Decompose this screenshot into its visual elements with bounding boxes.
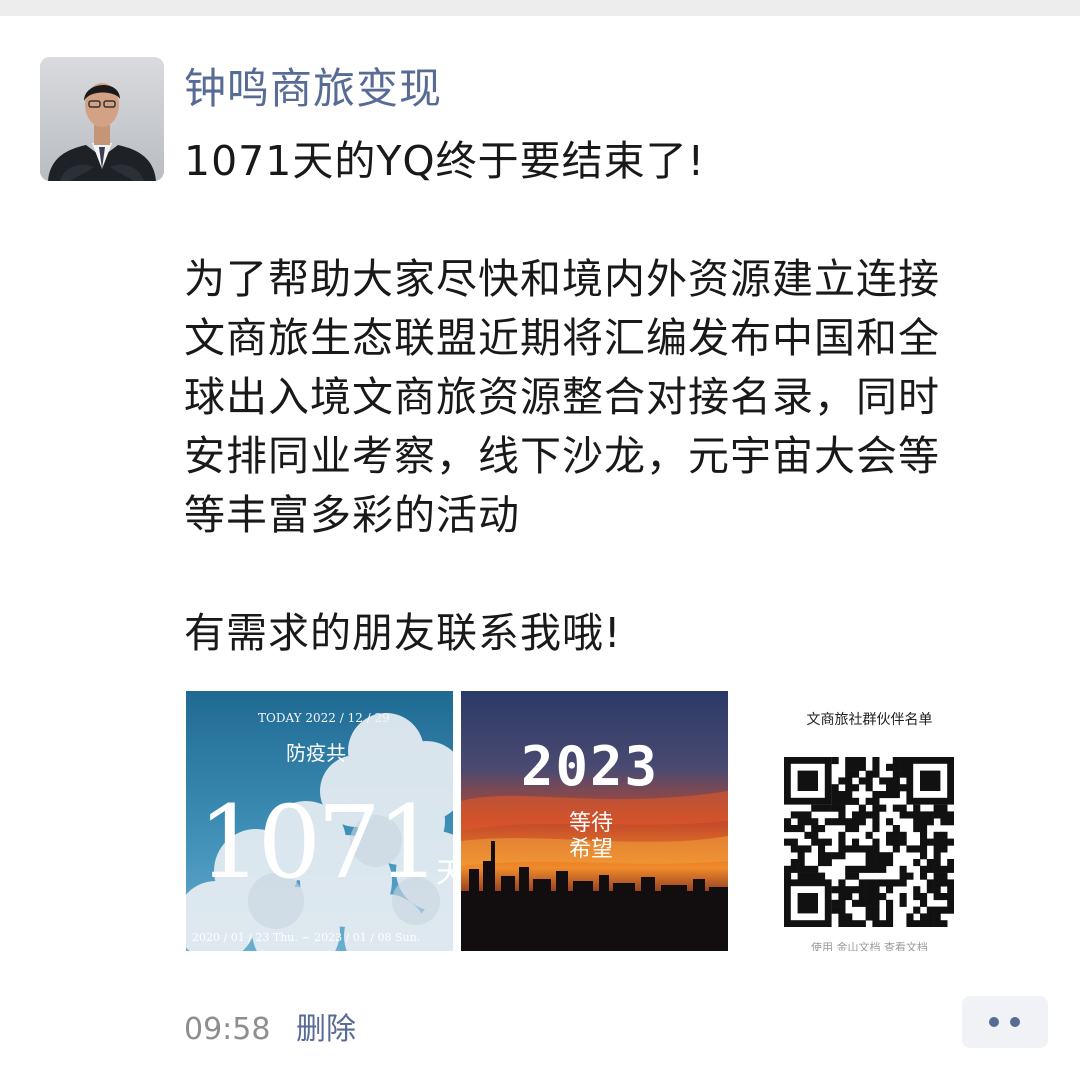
image-caption: 防疫共 bbox=[286, 741, 346, 765]
avatar-photo bbox=[40, 57, 164, 181]
image-line-1: 等待 bbox=[569, 811, 614, 836]
post-line: 1071天的YQ终于要结束了! bbox=[184, 137, 706, 185]
image-line-2: 希望 bbox=[569, 837, 614, 862]
status-strip bbox=[0, 0, 1080, 16]
post-image-2023[interactable]: 2023 等待 希望 bbox=[461, 691, 728, 951]
qr-code-icon bbox=[784, 757, 954, 927]
post-line: 有需求的朋友联系我哦! bbox=[184, 609, 622, 657]
delete-link[interactable]: 删除 bbox=[296, 1008, 356, 1052]
author-name[interactable]: 钟鸣商旅变现 bbox=[184, 58, 442, 120]
qr-title: 文商旅社群伙伴名单 bbox=[806, 712, 933, 728]
post-image-qr[interactable]: 文商旅社群伙伴名单 使用 金山文档 查看文档 bbox=[736, 691, 1003, 951]
post-line: 等丰富多彩的活动 bbox=[184, 491, 520, 539]
qr-footer: 使用 金山文档 查看文档 bbox=[811, 941, 928, 951]
more-actions-button[interactable] bbox=[962, 996, 1048, 1048]
image-date-label: TODAY 2022 / 12 / 29 bbox=[258, 711, 390, 725]
post-time: 09:58 bbox=[184, 1012, 271, 1047]
more-actions-icon bbox=[989, 1017, 999, 1027]
post-line: 球出入境文商旅资源整合对接名录，同时 bbox=[184, 373, 940, 421]
post-line: 文商旅生态联盟近期将汇编发布中国和全 bbox=[184, 314, 940, 362]
image-year: 2023 bbox=[521, 735, 660, 798]
post-image-countdown[interactable]: TODAY 2022 / 12 / 29 防疫共 1071 天 2020 / 0… bbox=[186, 691, 453, 951]
image-big-number: 1071 bbox=[198, 784, 440, 901]
author-avatar[interactable] bbox=[40, 57, 164, 181]
post-line: 为了帮助大家尽快和境内外资源建立连接 bbox=[184, 255, 940, 303]
more-actions-icon bbox=[1010, 1017, 1020, 1027]
post-line: 安排同业考察，线下沙龙，元宇宙大会等 bbox=[184, 432, 940, 480]
image-date-range: 2020 / 01 / 23 Thu. ~ 2023 / 01 / 08 Sun… bbox=[192, 931, 421, 944]
image-number-suffix: 天 bbox=[436, 856, 453, 889]
post-text: 1071天的YQ终于要结束了! 为了帮助大家尽快和境内外资源建立连接 文商旅生态… bbox=[184, 132, 1024, 663]
